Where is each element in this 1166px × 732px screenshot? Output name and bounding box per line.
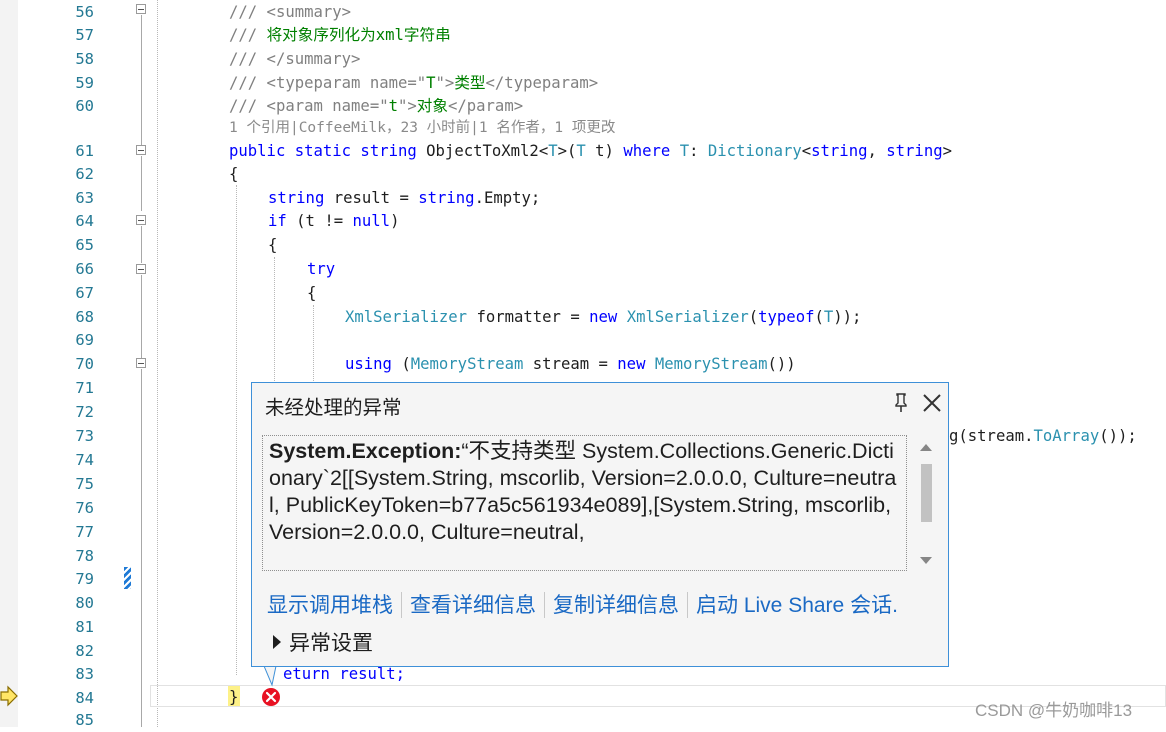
fold-toggle-61[interactable] bbox=[136, 145, 146, 155]
indent-guide bbox=[313, 305, 314, 385]
exception-helper-popup[interactable]: 未经处理的异常 System.Exception:“不支持类型 System.C… bbox=[251, 382, 949, 667]
execution-arrow-icon bbox=[0, 685, 18, 707]
exception-settings-toggle[interactable]: 异常设置 bbox=[273, 627, 373, 657]
exception-links: 显示调用堆栈 查看详细信息 复制详细信息 启动 Live Share 会话. bbox=[267, 589, 898, 619]
view-details-link[interactable]: 查看详细信息 bbox=[410, 594, 536, 617]
link-separator bbox=[401, 592, 402, 618]
exception-type: System.Exception: bbox=[269, 439, 462, 463]
exception-settings-label: 异常设置 bbox=[289, 632, 373, 655]
line-number: 57 bbox=[75, 26, 94, 44]
outline-line bbox=[141, 275, 142, 358]
code-line-67[interactable]: { bbox=[307, 281, 316, 305]
fold-toggle-56[interactable] bbox=[136, 4, 146, 14]
code-line-64[interactable]: if (t != null) bbox=[268, 209, 399, 233]
indent-guide bbox=[157, 0, 158, 727]
line-number: 85 bbox=[75, 711, 94, 729]
line-number: 73 bbox=[75, 427, 94, 445]
code-line-70[interactable]: using (MemoryStream stream = new MemoryS… bbox=[345, 352, 796, 376]
change-marker bbox=[124, 567, 131, 589]
line-number: 72 bbox=[75, 403, 94, 421]
line-number: 80 bbox=[75, 594, 94, 612]
pin-icon[interactable] bbox=[892, 391, 910, 415]
code-line-84[interactable]: } bbox=[229, 685, 238, 709]
code-line-66[interactable]: try bbox=[307, 257, 335, 281]
outline-line bbox=[141, 15, 142, 145]
line-number: 75 bbox=[75, 475, 94, 493]
line-number: 60 bbox=[75, 97, 94, 115]
line-number: 59 bbox=[75, 74, 94, 92]
line-number: 56 bbox=[75, 3, 94, 21]
line-number: 79 bbox=[75, 570, 94, 588]
code-line-62[interactable]: { bbox=[229, 162, 238, 186]
close-icon[interactable] bbox=[920, 391, 944, 415]
scroll-up-icon[interactable] bbox=[920, 444, 932, 451]
fold-toggle-64[interactable] bbox=[136, 215, 146, 225]
fold-toggle-66[interactable] bbox=[136, 264, 146, 274]
outline-line bbox=[141, 156, 142, 211]
line-number: 71 bbox=[75, 379, 94, 397]
exception-message-box[interactable]: System.Exception:“不支持类型 System.Collectio… bbox=[262, 435, 907, 571]
line-number: 63 bbox=[75, 189, 94, 207]
line-number: 81 bbox=[75, 618, 94, 636]
expand-triangle-icon bbox=[273, 635, 281, 649]
copy-details-link[interactable]: 复制详细信息 bbox=[553, 594, 679, 617]
line-number: 62 bbox=[75, 165, 94, 183]
code-line-58[interactable]: /// </summary> bbox=[229, 47, 360, 71]
line-number: 67 bbox=[75, 284, 94, 302]
show-call-stack-link[interactable]: 显示调用堆栈 bbox=[267, 594, 393, 617]
line-number: 70 bbox=[75, 355, 94, 373]
glyph-margin[interactable] bbox=[0, 0, 18, 727]
watermark: CSDN @牛奶咖啡13 bbox=[975, 701, 1133, 720]
line-number: 74 bbox=[75, 451, 94, 469]
scroll-thumb[interactable] bbox=[921, 464, 932, 522]
code-line-56[interactable]: /// <summary> bbox=[229, 0, 351, 24]
line-number: 65 bbox=[75, 236, 94, 254]
code-line-63[interactable]: string result = string.Empty; bbox=[268, 186, 540, 210]
line-number: 76 bbox=[75, 499, 94, 517]
popup-title: 未经处理的异常 bbox=[265, 397, 402, 419]
line-number: 82 bbox=[75, 642, 94, 660]
code-line-65[interactable]: { bbox=[268, 233, 277, 257]
code-line-73[interactable]: g(stream.ToArray()); bbox=[949, 424, 1137, 448]
line-number: 84 bbox=[75, 689, 94, 707]
line-number: 58 bbox=[75, 50, 94, 68]
outline-line bbox=[141, 369, 142, 727]
line-number: 68 bbox=[75, 308, 94, 326]
indent-guide bbox=[274, 257, 275, 387]
code-line-61[interactable]: public static string ObjectToXml2<T>(T t… bbox=[229, 139, 952, 163]
code-line-68[interactable]: XmlSerializer formatter = new XmlSeriali… bbox=[345, 305, 861, 329]
link-separator bbox=[544, 592, 545, 618]
message-scrollbar[interactable] bbox=[916, 438, 936, 568]
code-line-60[interactable]: /// <param name="t">对象</param> bbox=[229, 94, 523, 118]
indent-guide bbox=[236, 185, 237, 675]
line-number: 77 bbox=[75, 523, 94, 541]
codelens-info[interactable]: 1 个引用|CoffeeMilk，23 小时前|1 名作者，1 项更改 bbox=[229, 118, 615, 138]
code-line-57[interactable]: /// 将对象序列化为xml字符串 bbox=[229, 23, 451, 47]
fold-toggle-70[interactable] bbox=[136, 358, 146, 368]
line-number: 61 bbox=[75, 142, 94, 160]
start-live-share-link[interactable]: 启动 Live Share 会话. bbox=[696, 594, 898, 617]
link-separator bbox=[687, 592, 688, 618]
outline-line bbox=[141, 226, 142, 263]
error-icon[interactable] bbox=[261, 687, 281, 707]
line-number: 78 bbox=[75, 547, 94, 565]
line-number: 64 bbox=[75, 212, 94, 230]
line-number: 83 bbox=[75, 665, 94, 683]
code-line-59[interactable]: /// <typeparam name="T">类型</typeparam> bbox=[229, 71, 598, 95]
line-number: 69 bbox=[75, 331, 94, 349]
line-number: 66 bbox=[75, 260, 94, 278]
scroll-down-icon[interactable] bbox=[920, 557, 932, 564]
